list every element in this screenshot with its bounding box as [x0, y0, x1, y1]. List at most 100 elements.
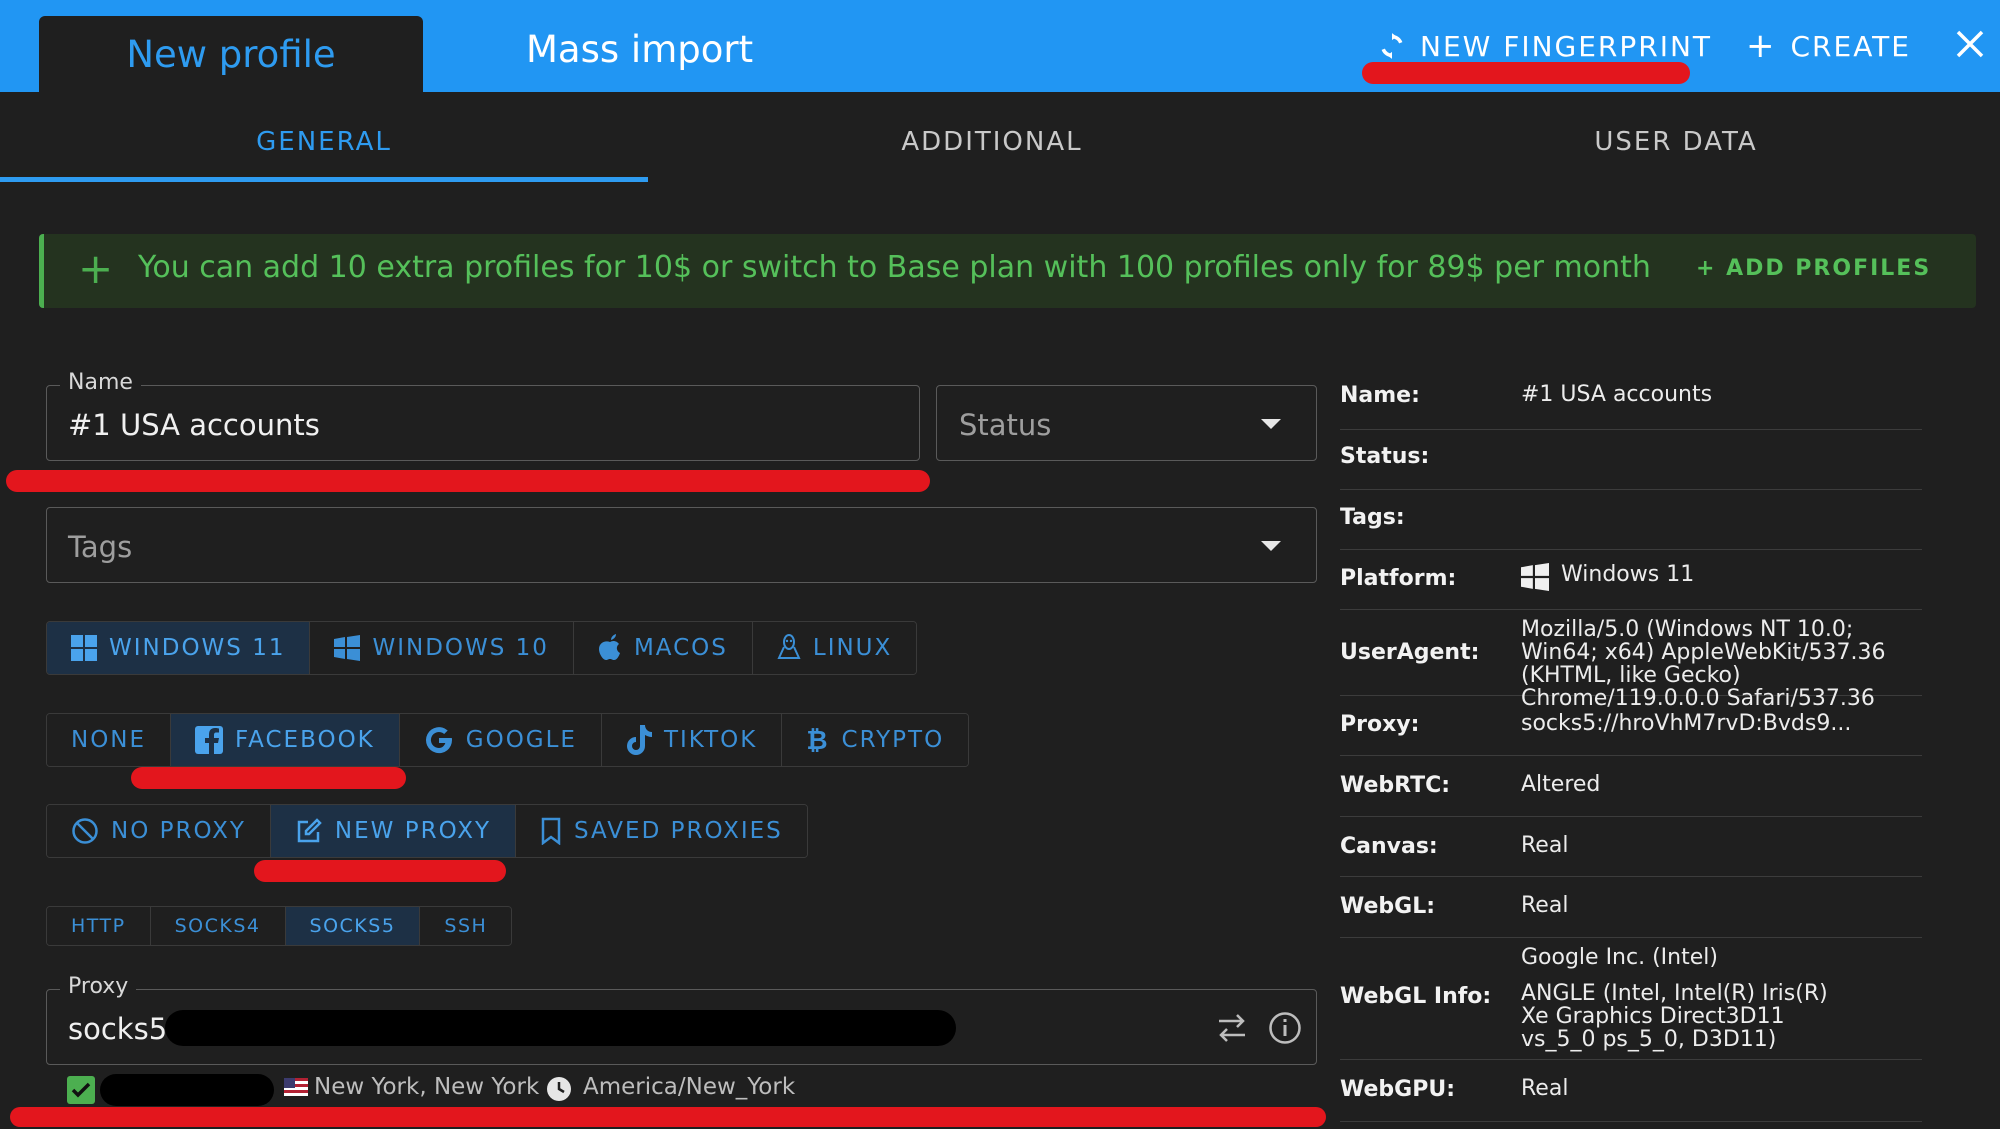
proxy-timezone: America/New_York	[583, 1074, 796, 1100]
highlight-underline	[131, 767, 406, 789]
summary-value: Real	[1521, 893, 1569, 918]
summary-value: ANGLE (Intel, Intel(R) Iris(R) Xe Graphi…	[1521, 981, 1828, 1052]
block-icon	[72, 818, 98, 844]
no-proxy-button[interactable]: NO PROXY	[47, 805, 271, 857]
highlight-underline	[1362, 62, 1690, 84]
template-facebook-button[interactable]: FACEBOOK	[171, 714, 400, 766]
summary-row-name: Name: #1 USA accounts	[1340, 370, 1922, 430]
template-crypto-button[interactable]: ₿ CRYPTO	[782, 714, 969, 766]
proxy-field[interactable]: Proxy socks5.	[46, 974, 1317, 1065]
summary-row-webgl-info: WebGL Info: Google Inc. (Intel) ANGLE (I…	[1340, 938, 1922, 1060]
summary-key: WebGL:	[1340, 894, 1436, 919]
tags-placeholder: Tags	[68, 530, 133, 564]
template-label: NONE	[71, 727, 147, 753]
summary-row-webrtc: WebRTC: Altered	[1340, 756, 1922, 817]
summary-key: WebRTC:	[1340, 773, 1451, 798]
chevron-down-icon	[1261, 541, 1281, 551]
summary-row-webgl: WebGL: Real	[1340, 877, 1922, 938]
os-label: MACOS	[633, 635, 728, 661]
us-flag-icon	[284, 1078, 308, 1096]
proxy-type-label: HTTP	[71, 915, 126, 937]
proxy-type-socks4[interactable]: SOCKS4	[150, 907, 286, 945]
summary-key: Platform:	[1340, 566, 1457, 591]
create-label: CREATE	[1790, 29, 1911, 63]
summary-key: Proxy:	[1340, 712, 1420, 737]
tab-general[interactable]: GENERAL	[0, 112, 648, 172]
os-label: LINUX	[812, 635, 893, 661]
summary-value: Real	[1521, 1076, 1569, 1101]
banner-text: You can add 10 extra profiles for 10$ or…	[138, 250, 1651, 285]
proxy-mode-label: NEW PROXY	[334, 818, 492, 844]
new-fingerprint-label: NEW FINGERPRINT	[1420, 29, 1713, 63]
os-macos-button[interactable]: MACOS	[573, 622, 753, 674]
summary-key: Status:	[1340, 444, 1430, 469]
clock-icon	[546, 1076, 572, 1106]
create-button[interactable]: + CREATE	[1746, 18, 1911, 74]
close-icon[interactable]	[1950, 24, 1990, 64]
template-none-button[interactable]: NONE	[47, 714, 172, 766]
status-placeholder: Status	[959, 408, 1052, 442]
proxy-location: New York, New York	[314, 1074, 540, 1100]
os-label: WINDOWS 10	[372, 635, 549, 661]
summary-row-platform: Platform: Windows 11	[1340, 550, 1922, 610]
status-select[interactable]: Status	[936, 385, 1317, 461]
proxy-type-label: SOCKS5	[309, 915, 396, 937]
upgrade-banner: + You can add 10 extra profiles for 10$ …	[39, 234, 1976, 308]
os-selector: WINDOWS 11 WINDOWS 10 MACOS LINUX	[46, 621, 918, 675]
swap-icon[interactable]	[1215, 1010, 1249, 1050]
summary-row-webgpu: WebGPU: Real	[1340, 1060, 1922, 1122]
refresh-icon	[1381, 33, 1403, 59]
proxy-type-selector: HTTP SOCKS4 SOCKS5 SSH	[46, 906, 513, 946]
summary-key: Name:	[1340, 383, 1420, 408]
name-field[interactable]: Name #1 USA accounts	[46, 370, 920, 461]
summary-key: Canvas:	[1340, 834, 1438, 859]
proxy-field-value: socks5.	[68, 1012, 177, 1046]
summary-row-useragent: UserAgent: Mozilla/5.0 (Windows NT 10.0;…	[1340, 610, 1922, 710]
proxy-type-label: SSH	[444, 915, 488, 937]
info-icon[interactable]	[1267, 1010, 1303, 1050]
summary-value: #1 USA accounts	[1521, 382, 1713, 407]
os-label: WINDOWS 11	[109, 635, 286, 661]
template-tiktok-button[interactable]: TIKTOK	[601, 714, 783, 766]
tags-select[interactable]: Tags	[46, 507, 1317, 583]
highlight-underline	[254, 860, 506, 882]
new-proxy-button[interactable]: NEW PROXY	[270, 805, 517, 857]
tab-mass-import[interactable]: Mass import	[526, 16, 753, 82]
template-label: FACEBOOK	[235, 727, 375, 753]
summary-row-tags: Tags:	[1340, 490, 1922, 550]
active-tab-indicator	[0, 177, 648, 182]
os-windows10-button[interactable]: WINDOWS 10	[310, 622, 574, 674]
proxy-type-ssh[interactable]: SSH	[420, 907, 512, 945]
add-profiles-button[interactable]: + ADD PROFILES	[1696, 256, 1931, 281]
summary-key: UserAgent:	[1340, 640, 1480, 665]
name-field-value: #1 USA accounts	[68, 408, 320, 442]
summary-key: Tags:	[1340, 505, 1405, 530]
os-windows11-button[interactable]: WINDOWS 11	[47, 622, 311, 674]
facebook-icon	[195, 726, 224, 754]
proxy-type-socks5[interactable]: SOCKS5	[285, 907, 421, 945]
proxy-mode-label: SAVED PROXIES	[574, 818, 783, 844]
tab-user-data[interactable]: USER DATA	[1352, 112, 2000, 172]
linux-icon	[777, 634, 801, 659]
template-google-button[interactable]: GOOGLE	[399, 714, 602, 766]
name-field-label: Name	[60, 370, 141, 395]
template-label: CRYPTO	[841, 727, 945, 753]
proxy-mode-selector: NO PROXY NEW PROXY SAVED PROXIES	[46, 804, 808, 858]
template-label: GOOGLE	[465, 727, 577, 753]
proxy-type-http[interactable]: HTTP	[47, 907, 151, 945]
summary-value: Altered	[1521, 772, 1601, 797]
summary-row-canvas: Canvas: Real	[1340, 817, 1922, 877]
windows-icon	[1521, 563, 1549, 591]
template-label: TIKTOK	[663, 727, 758, 753]
saved-proxies-button[interactable]: SAVED PROXIES	[516, 805, 807, 857]
tiktok-icon	[626, 725, 652, 755]
proxy-field-label: Proxy	[60, 974, 137, 999]
plus-icon: +	[1746, 26, 1777, 66]
os-linux-button[interactable]: LINUX	[752, 622, 917, 674]
redaction	[100, 1074, 274, 1106]
highlight-underline	[10, 1107, 1326, 1127]
tab-new-profile[interactable]: New profile	[39, 16, 423, 92]
tab-additional[interactable]: ADDITIONAL	[668, 112, 1316, 172]
summary-value: socks5://hroVhM7rvD:Bvds9...	[1521, 711, 1852, 736]
windows-icon	[71, 635, 97, 661]
